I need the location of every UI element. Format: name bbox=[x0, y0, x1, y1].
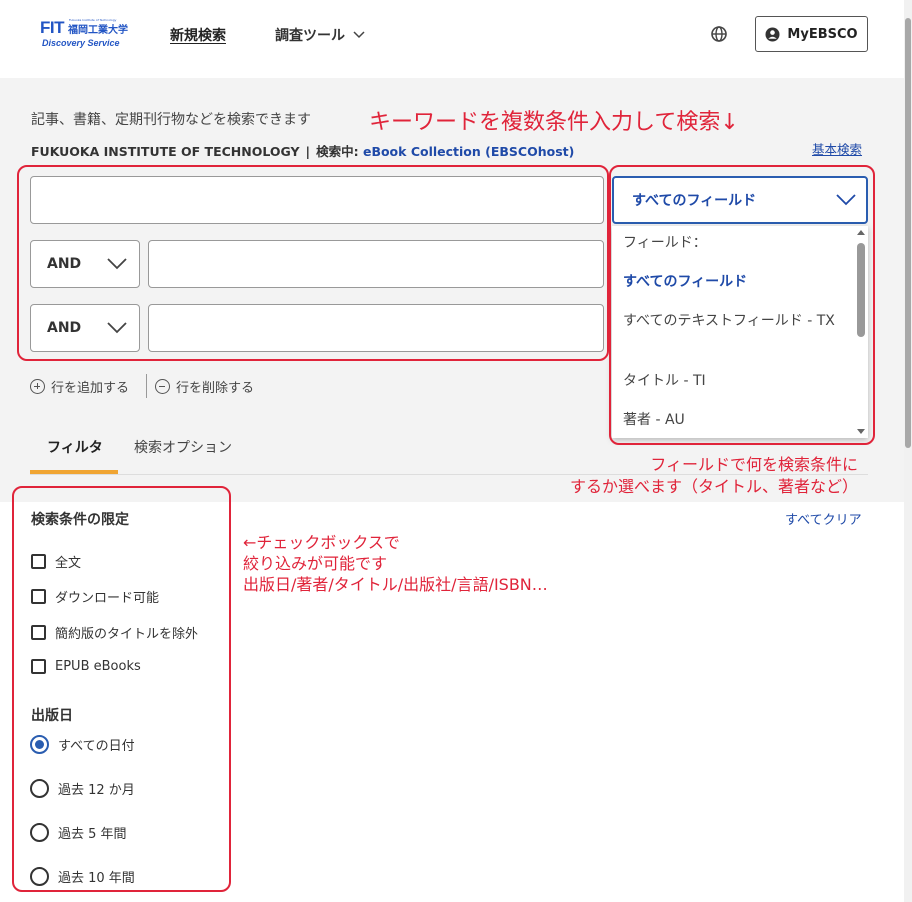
globe-icon[interactable] bbox=[710, 25, 728, 43]
radio-button[interactable] bbox=[30, 867, 49, 886]
checkbox-exclude-abridged[interactable]: 簡約版のタイトルを除外 bbox=[31, 623, 198, 642]
radio-label: 過去 5 年間 bbox=[58, 827, 127, 842]
radio-5-years[interactable]: 過去 5 年間 bbox=[30, 823, 127, 842]
radio-button[interactable] bbox=[30, 779, 49, 798]
user-icon bbox=[765, 27, 780, 41]
plus-circle-icon bbox=[30, 379, 45, 394]
checkbox-label: 全文 bbox=[55, 556, 82, 571]
database-link[interactable]: eBook Collection (EBSCOhost) bbox=[363, 144, 574, 159]
remove-row-label: 行を削除する bbox=[176, 381, 255, 396]
limit-section-title: 検索条件の限定 bbox=[31, 512, 129, 528]
chevron-down-icon bbox=[353, 31, 365, 39]
myebsco-button[interactable]: MyEBSCO bbox=[755, 16, 868, 52]
logo-university-text: 福岡工業大学 bbox=[68, 25, 128, 36]
checkbox-label: EPUB eBooks bbox=[55, 659, 141, 674]
add-row-label: 行を追加する bbox=[51, 381, 130, 396]
annotation-line: フィールドで何を検索条件に bbox=[650, 455, 858, 474]
checkbox-box[interactable] bbox=[31, 625, 46, 640]
checkbox-label: 簡約版のタイトルを除外 bbox=[55, 627, 199, 642]
radio-label: 過去 12 か月 bbox=[58, 783, 135, 798]
logo-fit-text: FIT bbox=[40, 18, 65, 37]
checkbox-downloadable[interactable]: ダウンロード可能 bbox=[31, 587, 159, 606]
nav-new-search[interactable]: 新規検索 bbox=[170, 25, 226, 45]
nav-research-tools[interactable]: 調査ツール bbox=[275, 25, 365, 45]
tab-filter[interactable]: フィルタ bbox=[47, 437, 103, 457]
tab-search-options[interactable]: 検索オプション bbox=[134, 437, 232, 457]
radio-button-selected[interactable] bbox=[30, 735, 49, 754]
nav-research-tools-label: 調査ツール bbox=[275, 28, 345, 44]
search-description: 記事、書籍、定期刊行物などを検索できます bbox=[31, 112, 311, 128]
page-scrollbar[interactable] bbox=[904, 0, 912, 902]
radio-label: すべての日付 bbox=[58, 739, 135, 754]
basic-search-link[interactable]: 基本検索 bbox=[812, 139, 862, 158]
checkbox-label: ダウンロード可能 bbox=[55, 591, 160, 606]
institution-name: FUKUOKA INSTITUTE OF TECHNOLOGY bbox=[31, 144, 300, 159]
institution-line: FUKUOKA INSTITUTE OF TECHNOLOGY | 検索中: eBo… bbox=[31, 144, 575, 159]
searching-label: 検索中: bbox=[316, 144, 359, 159]
top-header: FIT Fukuoka Institute of Technology 福岡工業… bbox=[0, 0, 912, 78]
annotation-line: 出版日/著者/タイトル/出版社/言語/ISBN… bbox=[243, 575, 548, 594]
annotation-filter-note: ←チェックボックスで 絞り込みが可能です 出版日/著者/タイトル/出版社/言語/… bbox=[243, 532, 548, 595]
radio-10-years[interactable]: 過去 10 年間 bbox=[30, 867, 135, 886]
checkbox-full-text[interactable]: 全文 bbox=[31, 552, 81, 571]
checkbox-box[interactable] bbox=[31, 659, 46, 674]
annotation-box-field-select bbox=[609, 165, 875, 445]
annotation-keyword: キーワードを複数条件入力して検索↓ bbox=[369, 110, 739, 135]
page-scroll-thumb[interactable] bbox=[905, 18, 911, 448]
radio-all-dates[interactable]: すべての日付 bbox=[30, 735, 135, 754]
checkbox-epub[interactable]: EPUB eBooks bbox=[31, 659, 141, 674]
minus-circle-icon bbox=[155, 379, 170, 394]
checkbox-box[interactable] bbox=[31, 589, 46, 604]
annotation-box-search-rows bbox=[17, 165, 609, 361]
divider bbox=[146, 374, 147, 398]
myebsco-label: MyEBSCO bbox=[787, 26, 858, 42]
clear-all-link[interactable]: すべてクリア bbox=[785, 509, 862, 528]
annotation-field-note: フィールドで何を検索条件に するか選べます（タイトル、著者など） bbox=[540, 454, 858, 498]
pubdate-section-title: 出版日 bbox=[31, 708, 73, 724]
annotation-line: 絞り込みが可能です bbox=[243, 554, 388, 573]
remove-row-button[interactable]: 行を削除する bbox=[155, 377, 254, 396]
logo-service-text: Discovery Service bbox=[42, 38, 120, 48]
radio-12-months[interactable]: 過去 12 か月 bbox=[30, 779, 135, 798]
checkbox-box[interactable] bbox=[31, 554, 46, 569]
annotation-line: するか選べます（タイトル、著者など） bbox=[569, 477, 858, 496]
annotation-line: ←チェックボックスで bbox=[243, 533, 400, 552]
radio-label: 過去 10 年間 bbox=[58, 871, 135, 886]
add-row-button[interactable]: 行を追加する bbox=[30, 377, 129, 396]
radio-button[interactable] bbox=[30, 823, 49, 842]
fit-logo[interactable]: FIT Fukuoka Institute of Technology 福岡工業… bbox=[40, 18, 132, 52]
